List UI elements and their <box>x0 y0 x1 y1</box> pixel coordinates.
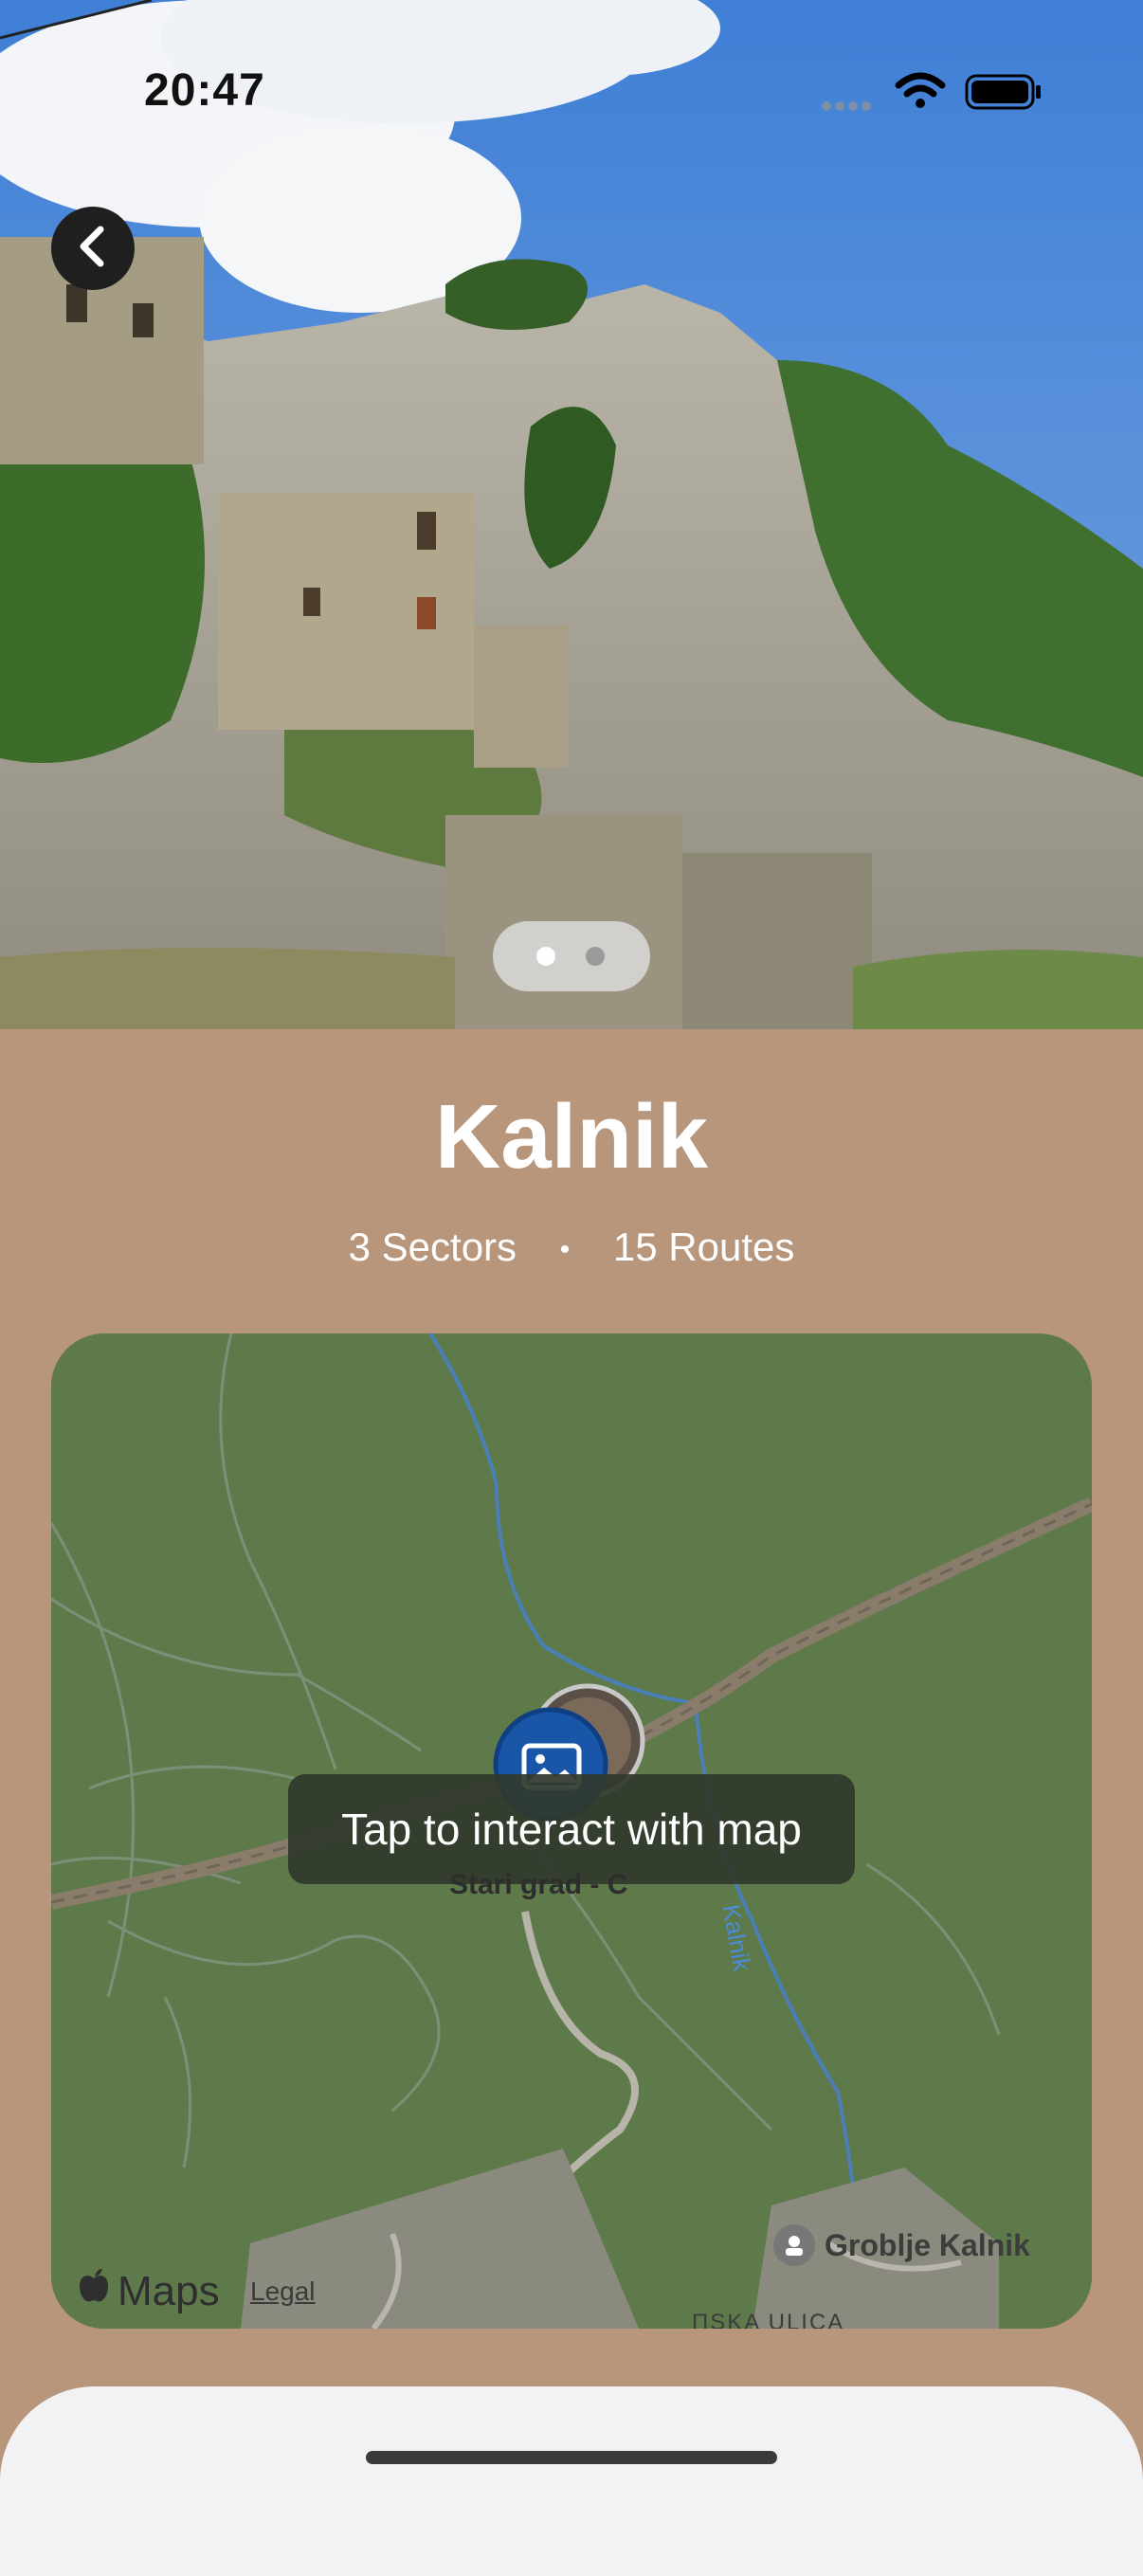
carousel-page-indicator[interactable] <box>493 921 650 991</box>
maps-attribution: Maps <box>78 2267 220 2315</box>
wifi-icon <box>895 72 946 115</box>
status-time: 20:47 <box>144 65 265 116</box>
legal-link[interactable]: Legal <box>250 2277 316 2307</box>
map-preview[interactable]: Tap to interact with map Stari grad - C … <box>51 1333 1092 2329</box>
hero-photo-carousel[interactable]: 20:47 <box>0 0 1143 1029</box>
cemetery-icon <box>773 2224 815 2266</box>
crag-photo <box>0 0 1143 1029</box>
battery-icon <box>965 74 1043 115</box>
page-dot-inactive <box>586 947 605 966</box>
poi-cemetery[interactable]: Groblje Kalnik <box>773 2224 1030 2266</box>
sector-count: 3 Sectors <box>348 1225 517 1269</box>
pin-label: Stari grad - C <box>449 1869 628 1900</box>
cellular-signal-icon <box>821 99 874 118</box>
summary-separator: • <box>559 1233 571 1265</box>
maps-brand: Maps <box>118 2267 220 2314</box>
bottom-sheet[interactable] <box>0 2386 1143 2576</box>
chevron-left-icon <box>76 226 110 272</box>
street-label: ПSKA ULICA <box>692 2310 845 2329</box>
crag-title: Kalnik <box>434 1086 709 1188</box>
page-dot-active <box>536 947 555 966</box>
crag-summary: 3 Sectors • 15 Routes <box>0 1225 1143 1270</box>
sheet-grabber[interactable] <box>366 2451 777 2464</box>
back-button[interactable] <box>51 207 135 290</box>
poi-label: Groblje Kalnik <box>825 2227 1030 2262</box>
map-interaction-hint[interactable]: Tap to interact with map <box>288 1774 855 1884</box>
route-count: 15 Routes <box>612 1225 795 1269</box>
apple-logo-icon <box>78 2267 110 2315</box>
status-bar: 20:47 <box>0 0 1143 142</box>
